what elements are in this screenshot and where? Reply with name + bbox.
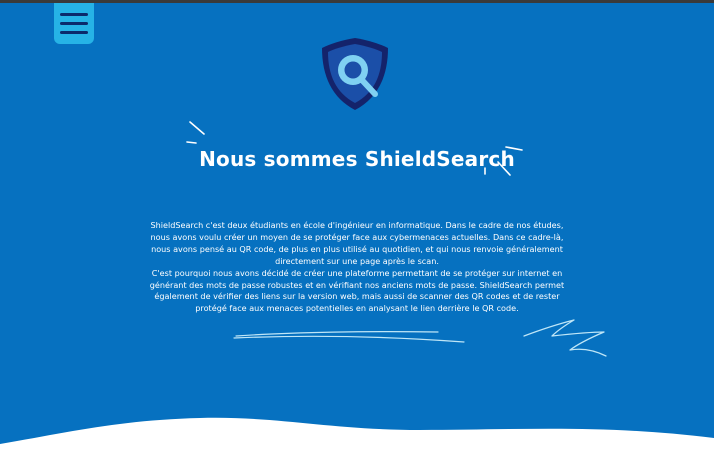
about-paragraph-1: ShieldSearch c'est deux étudiants en éco… bbox=[150, 220, 564, 266]
menu-button[interactable] bbox=[54, 3, 94, 44]
page-title: Nous sommes ShieldSearch bbox=[199, 147, 515, 172]
about-description: ShieldSearch c'est deux étudiants en éco… bbox=[140, 220, 574, 315]
bottom-wave bbox=[0, 417, 714, 470]
page-background: Nous sommes ShieldSearch ShieldSearch c'… bbox=[0, 0, 714, 470]
sparkle-right-decoration bbox=[484, 146, 523, 176]
shield-search-icon bbox=[322, 38, 388, 110]
underline-scribble bbox=[233, 331, 465, 343]
top-border bbox=[0, 0, 714, 3]
squiggle-decoration bbox=[523, 319, 607, 357]
about-paragraph-2: C'est pourquoi nous avons décidé de crée… bbox=[149, 267, 565, 314]
